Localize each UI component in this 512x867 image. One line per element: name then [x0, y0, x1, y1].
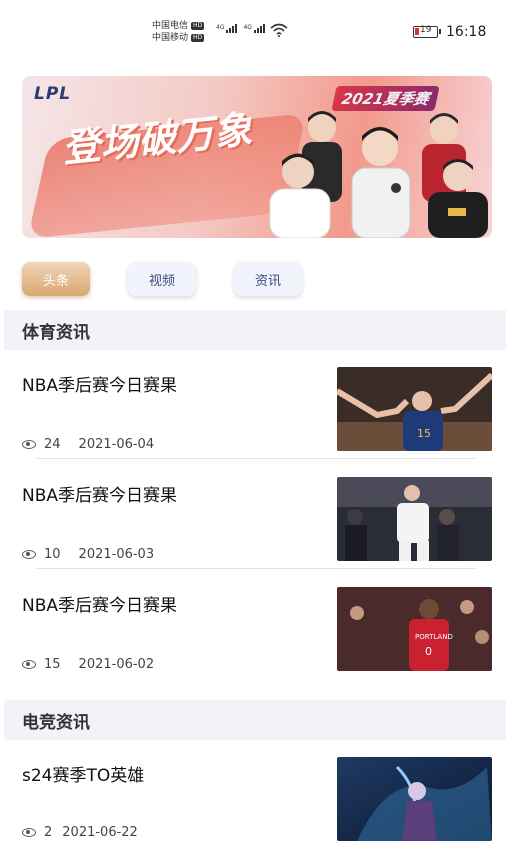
- news-item[interactable]: s24赛季TO英雄 2 2021-06-22: [0, 757, 512, 867]
- news-meta: 15 2021-06-02: [22, 657, 154, 672]
- hd-badge: HD: [191, 34, 205, 42]
- news-thumbnail: 15: [337, 367, 492, 451]
- news-title: NBA季后赛今日赛果: [22, 376, 178, 396]
- signal-icons: 4G 4G: [216, 24, 265, 33]
- eye-icon: [22, 828, 36, 837]
- carrier-1: 中国电信: [152, 21, 189, 31]
- section-header-esports: 电竞资讯: [4, 700, 506, 740]
- news-item[interactable]: NBA季后赛今日赛果 10 2021-06-03: [0, 477, 512, 587]
- news-meta: 24 2021-06-04: [22, 437, 154, 452]
- carrier-info: 中国电信 HD 中国移动 HD: [152, 20, 205, 44]
- hd-badge: HD: [191, 22, 205, 30]
- carrier-2: 中国移动: [152, 33, 189, 43]
- svg-text:0: 0: [425, 645, 432, 658]
- news-meta: 2 2021-06-22: [22, 825, 138, 840]
- svg-text:PORTLAND: PORTLAND: [415, 633, 453, 641]
- network-label: 4G: [216, 24, 225, 31]
- view-count: 10: [44, 547, 61, 562]
- news-date: 2021-06-22: [62, 825, 138, 840]
- view-count: 15: [44, 657, 61, 672]
- network-label: 4G: [243, 24, 252, 31]
- eye-icon: [22, 660, 36, 669]
- divider: [36, 568, 476, 569]
- battery-level: 19: [420, 25, 432, 35]
- news-date: 2021-06-03: [78, 547, 155, 562]
- tab-news[interactable]: 资讯: [234, 262, 302, 296]
- news-thumbnail: PORTLAND 0: [337, 587, 492, 671]
- tab-video[interactable]: 视频: [128, 262, 196, 296]
- status-bar: 中国电信 HD 中国移动 HD 4G 4G 19 16:18: [0, 0, 512, 62]
- section-header-sports: 体育资讯: [4, 310, 506, 350]
- news-date: 2021-06-02: [78, 657, 155, 672]
- tab-headlines[interactable]: 头条: [22, 262, 90, 296]
- view-count: 2: [44, 825, 53, 840]
- signal-icon: 4G: [243, 24, 265, 33]
- news-meta: 10 2021-06-03: [22, 547, 154, 562]
- signal-icon: 4G: [216, 24, 238, 33]
- news-item[interactable]: NBA季后赛今日赛果 15 2021-06-02 PORTLAND 0: [0, 587, 512, 697]
- players-image: [269, 111, 488, 238]
- view-count: 24: [44, 437, 61, 452]
- battery-icon: 19: [413, 25, 441, 38]
- news-date: 2021-06-04: [78, 437, 155, 452]
- news-thumbnail: [337, 477, 492, 561]
- eye-icon: [22, 440, 36, 449]
- news-title: NBA季后赛今日赛果: [22, 486, 178, 506]
- news-item[interactable]: NBA季后赛今日赛果 24 2021-06-04 15: [0, 367, 512, 477]
- wifi-icon: [270, 23, 288, 37]
- news-title: s24赛季TO英雄: [22, 766, 145, 786]
- news-title: NBA季后赛今日赛果: [22, 596, 178, 616]
- news-thumbnail: [337, 757, 492, 841]
- banner[interactable]: LPL 2021夏季赛 登场破万象: [22, 76, 492, 238]
- eye-icon: [22, 550, 36, 559]
- lpl-logo: LPL: [34, 84, 72, 104]
- divider: [36, 458, 476, 459]
- category-tabs: 头条 视频 资讯: [22, 262, 322, 298]
- clock: 16:18: [446, 24, 487, 40]
- svg-text:15: 15: [417, 427, 431, 440]
